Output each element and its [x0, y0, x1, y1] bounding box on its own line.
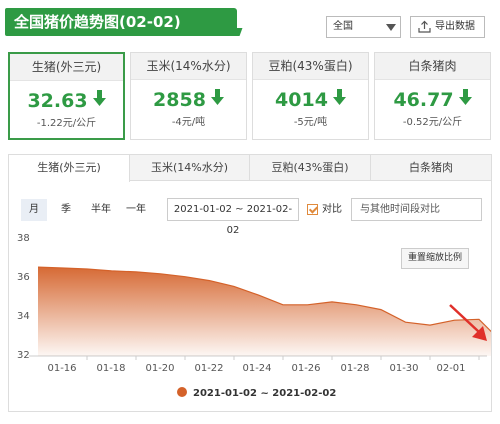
chart-legend[interactable]: 2021-01-02 ~ 2021-02-02	[177, 387, 336, 401]
down-arrow-icon	[92, 88, 106, 112]
card-change: -5元/吨	[293, 117, 328, 128]
price-card-corn[interactable]: 玉米(14%水分) 2858 -4元/吨	[130, 52, 247, 140]
card-title: 生猪(外三元)	[10, 54, 123, 81]
down-arrow-icon	[458, 87, 472, 111]
x-tick-label: 02-01	[436, 363, 466, 374]
y-tick-label: 38	[17, 233, 30, 244]
card-change: -1.22元/公斤	[36, 118, 97, 129]
chart-panel: 生猪(外三元) 玉米(14%水分) 豆粕(43%蛋白) 白条猪肉 月 季 半年 …	[8, 154, 492, 412]
x-tick-label: 01-24	[242, 363, 272, 374]
y-tick-label: 36	[17, 272, 30, 283]
price-card-soymeal[interactable]: 豆粕(43%蛋白) 4014 -5元/吨	[252, 52, 369, 140]
card-value: 4014	[275, 89, 328, 111]
down-arrow-icon	[332, 87, 346, 111]
x-tick-label: 01-20	[145, 363, 175, 374]
region-select-value: 全国	[333, 21, 353, 32]
card-value: 2858	[153, 89, 206, 111]
card-change: -4元/吨	[171, 117, 206, 128]
card-title: 白条猪肉	[375, 53, 490, 80]
x-tick-label: 01-16	[47, 363, 77, 374]
chevron-down-icon	[386, 24, 396, 31]
page-title: 全国猪价趋势图(02-02)	[5, 8, 237, 36]
legend-label: 2021-01-02 ~ 2021-02-02	[193, 388, 337, 399]
x-tick-label: 01-28	[340, 363, 370, 374]
down-arrow-icon	[210, 87, 224, 111]
x-tick-label: 01-30	[389, 363, 419, 374]
card-value: 46.77	[393, 89, 454, 111]
x-tick-label: 01-26	[291, 363, 321, 374]
export-data-label: 导出数据	[435, 21, 475, 32]
region-select[interactable]: 全国	[326, 16, 401, 38]
y-tick-label: 32	[17, 350, 30, 361]
x-tick-label: 01-22	[194, 363, 224, 374]
card-value: 32.63	[27, 90, 88, 112]
x-tick-label: 01-18	[96, 363, 126, 374]
export-data-button[interactable]: 导出数据	[410, 16, 485, 38]
legend-dot	[177, 387, 187, 397]
price-card-pork[interactable]: 白条猪肉 46.77 -0.52元/公斤	[374, 52, 491, 140]
series-area	[38, 267, 491, 356]
price-card-pig[interactable]: 生猪(外三元) 32.63 -1.22元/公斤	[8, 52, 125, 140]
card-title: 玉米(14%水分)	[131, 53, 246, 80]
card-change: -0.52元/公斤	[402, 117, 463, 128]
upload-icon	[418, 20, 431, 33]
card-title: 豆粕(43%蛋白)	[253, 53, 368, 80]
y-tick-label: 34	[17, 311, 30, 322]
